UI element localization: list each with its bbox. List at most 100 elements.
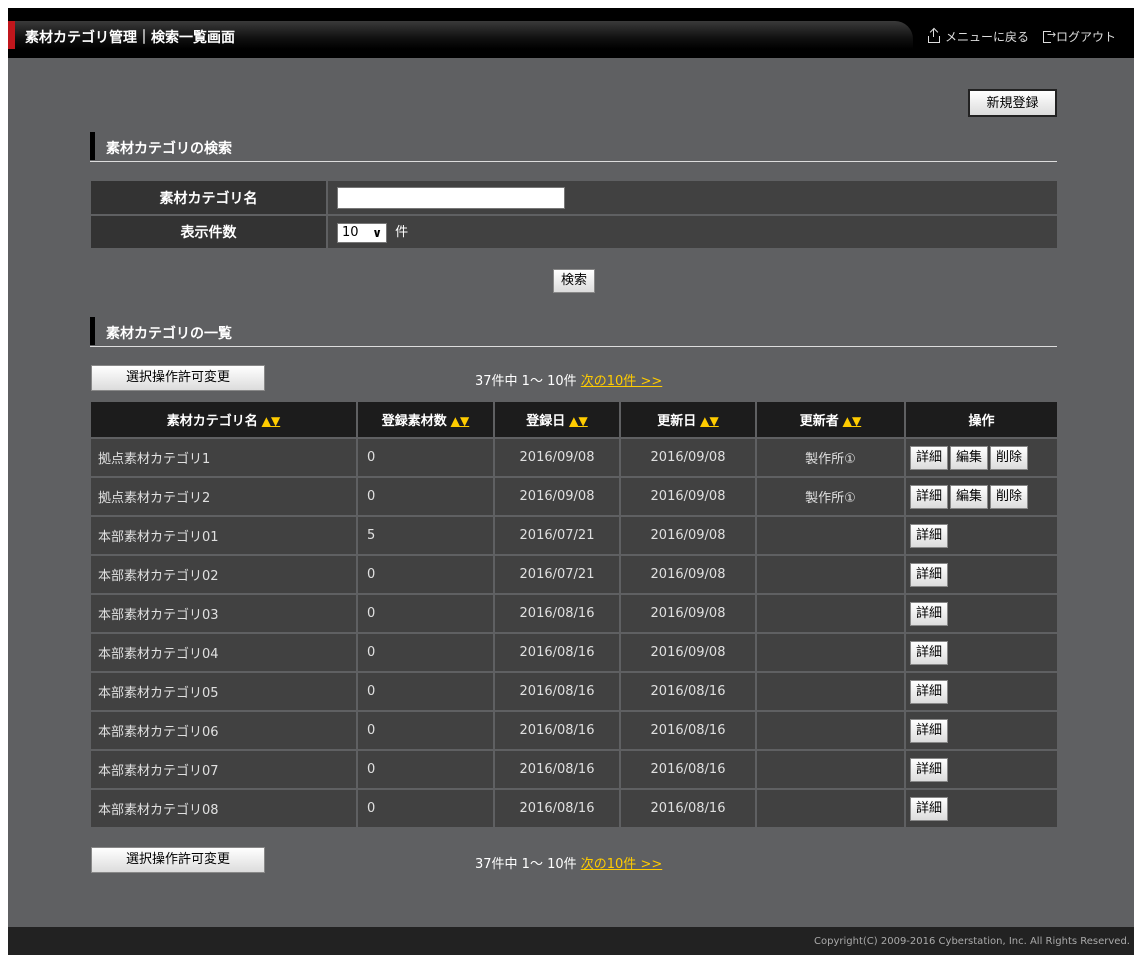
updated-date-cell: 2016/08/16 (620, 711, 757, 751)
delete-button[interactable]: 削除 (990, 484, 1029, 509)
change-permission-button-bottom[interactable]: 選択操作許可変更 (91, 847, 265, 873)
search-section-heading: 素材カテゴリの検索 (90, 132, 1057, 162)
operations-cell: 詳細 (905, 516, 1057, 556)
pager-text: 37件中 1～ 10件 (475, 857, 581, 872)
operations-cell: 詳細 (905, 750, 1057, 790)
menu-link[interactable]: メニューに戻る (927, 28, 1029, 45)
material-count-cell: 5 (357, 516, 495, 556)
delete-button[interactable]: 削除 (990, 445, 1029, 470)
title-accent (8, 21, 15, 49)
sort-arrows-icon[interactable]: ▲▼ (700, 414, 718, 428)
operations-cell: 詳細 (905, 555, 1057, 595)
header-bar: 素材カテゴリ管理｜検索一覧画面 メニューに戻る ログアウト (8, 8, 1134, 58)
app-frame: 素材カテゴリ管理｜検索一覧画面 メニューに戻る ログアウト 新規登録 素材カテゴ… (8, 8, 1134, 955)
category-name-cell: 本部素材カテゴリ01 (91, 516, 358, 556)
operations-cell: 詳細 (905, 633, 1057, 673)
change-permission-button-top[interactable]: 選択操作許可変更 (91, 365, 265, 391)
created-date-cell: 2016/09/08 (494, 477, 621, 517)
heading-mark (90, 132, 95, 160)
table-row: 本部素材カテゴリ07 0 2016/08/16 2016/08/16 詳細 (91, 750, 1057, 790)
column-header: 素材カテゴリ名 ▲▼ (91, 402, 358, 439)
operations-cell: 詳細 (905, 711, 1057, 751)
operations-cell: 詳細 編集 削除 (905, 477, 1057, 517)
table-header-row: 素材カテゴリ名 ▲▼ 登録素材数 ▲▼ 登録日 ▲▼ 更新日 ▲▼ 更新者 ▲▼ 操作 (91, 402, 1057, 439)
operations-cell: 詳細 (905, 594, 1057, 634)
logout-icon (1042, 28, 1056, 43)
created-date-cell: 2016/08/16 (494, 750, 621, 790)
edit-button[interactable]: 編集 (950, 484, 989, 509)
updater-cell (756, 594, 906, 634)
sort-arrows-icon[interactable]: ▲▼ (262, 414, 280, 428)
created-date-cell: 2016/07/21 (494, 516, 621, 556)
detail-button[interactable]: 詳細 (910, 445, 949, 470)
created-date-cell: 2016/08/16 (494, 711, 621, 751)
updater-cell (756, 672, 906, 712)
table-row: 本部素材カテゴリ08 0 2016/08/16 2016/08/16 詳細 (91, 789, 1057, 829)
updated-date-cell: 2016/09/08 (620, 438, 757, 478)
column-header-label: 更新者 (799, 414, 839, 429)
detail-button[interactable]: 詳細 (910, 640, 949, 665)
column-header-label: 更新日 (657, 414, 697, 429)
updater-cell: 製作所① (756, 477, 906, 517)
heading-mark (90, 317, 95, 345)
material-count-cell: 0 (357, 594, 495, 634)
detail-button[interactable]: 詳細 (910, 679, 949, 704)
table-row: 拠点素材カテゴリ1 0 2016/09/08 2016/09/08 製作所① 詳細 編集 削除 (91, 438, 1057, 478)
detail-button[interactable]: 詳細 (910, 757, 949, 782)
edit-button[interactable]: 編集 (950, 445, 989, 470)
list-section-heading: 素材カテゴリの一覧 (90, 317, 1057, 347)
detail-button[interactable]: 詳細 (910, 601, 949, 626)
created-date-cell: 2016/07/21 (494, 555, 621, 595)
table-row: 本部素材カテゴリ02 0 2016/07/21 2016/09/08 詳細 (91, 555, 1057, 595)
updater-cell (756, 789, 906, 829)
material-count-cell: 0 (357, 789, 495, 829)
top-links: メニューに戻る ログアウト (927, 28, 1116, 45)
next-page-link[interactable]: 次の10件 >> (581, 374, 662, 389)
detail-button[interactable]: 詳細 (910, 562, 949, 587)
table-row: 本部素材カテゴリ01 5 2016/07/21 2016/09/08 詳細 (91, 516, 1057, 556)
material-count-cell: 0 (357, 438, 495, 478)
category-name-cell: 本部素材カテゴリ08 (91, 789, 358, 829)
detail-button[interactable]: 詳細 (910, 718, 949, 743)
pager-top: 37件中 1～ 10件 次の10件 >> (475, 370, 662, 389)
detail-button[interactable]: 詳細 (910, 796, 949, 821)
next-page-link[interactable]: 次の10件 >> (581, 857, 662, 872)
logout-link-label: ログアウト (1055, 30, 1116, 44)
material-count-cell: 0 (357, 750, 495, 790)
sort-arrows-icon[interactable]: ▲▼ (843, 414, 861, 428)
updated-date-cell: 2016/09/08 (620, 477, 757, 517)
updated-date-cell: 2016/08/16 (620, 672, 757, 712)
menu-link-label: メニューに戻る (944, 30, 1029, 44)
updated-date-cell: 2016/08/16 (620, 750, 757, 790)
sort-arrows-icon[interactable]: ▲▼ (569, 414, 587, 428)
search-button[interactable]: 検索 (553, 269, 595, 293)
list-heading-label: 素材カテゴリの一覧 (106, 326, 232, 342)
category-name-cell: 本部素材カテゴリ05 (91, 672, 358, 712)
pager-text: 37件中 1～ 10件 (475, 374, 581, 389)
updater-cell (756, 633, 906, 673)
new-register-button[interactable]: 新規登録 (968, 89, 1057, 117)
updater-cell: 製作所① (756, 438, 906, 478)
column-header: 更新者 ▲▼ (756, 402, 906, 439)
operations-cell: 詳細 (905, 672, 1057, 712)
display-count-select[interactable]: 10 ∨ (337, 222, 387, 243)
detail-button[interactable]: 詳細 (910, 484, 949, 509)
created-date-cell: 2016/08/16 (494, 594, 621, 634)
material-count-cell: 0 (357, 672, 495, 712)
category-name-input[interactable] (337, 186, 565, 209)
category-name-cell: 拠点素材カテゴリ1 (91, 438, 358, 478)
search-form-table: 素材カテゴリ名 表示件数 10 ∨ 件 (91, 181, 1057, 250)
updater-cell (756, 711, 906, 751)
page-title: 素材カテゴリ管理｜検索一覧画面 (25, 30, 235, 46)
updater-cell (756, 516, 906, 556)
table-row: 本部素材カテゴリ05 0 2016/08/16 2016/08/16 詳細 (91, 672, 1057, 712)
column-header-label: 素材カテゴリ名 (166, 414, 258, 429)
chevron-down-icon: ∨ (372, 225, 382, 240)
detail-button[interactable]: 詳細 (910, 523, 949, 548)
updated-date-cell: 2016/09/08 (620, 555, 757, 595)
copyright: Copyright(C) 2009-2016 Cyberstation, Inc… (814, 936, 1130, 947)
logout-link[interactable]: ログアウト (1042, 28, 1116, 45)
table-row: 本部素材カテゴリ06 0 2016/08/16 2016/08/16 詳細 (91, 711, 1057, 751)
display-count-value: 10 (342, 225, 359, 241)
sort-arrows-icon[interactable]: ▲▼ (451, 414, 469, 428)
